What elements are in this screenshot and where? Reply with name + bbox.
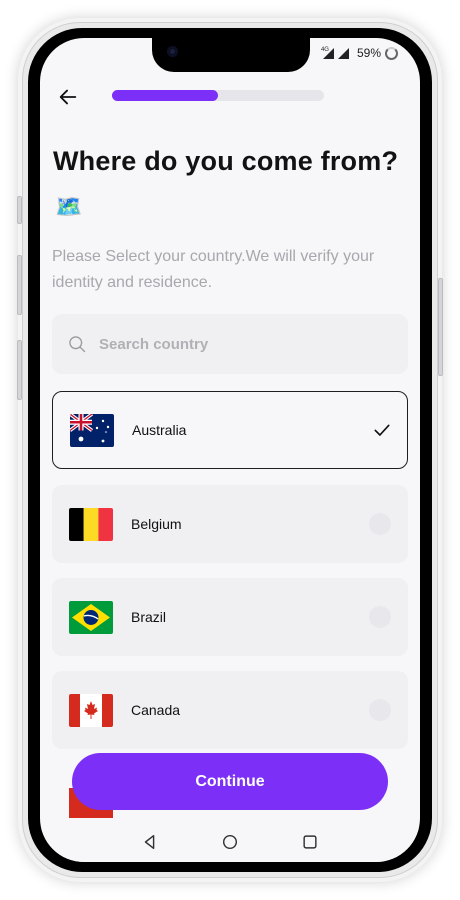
progress-fill [112, 90, 218, 101]
canada-flag-icon [69, 693, 113, 727]
search-input[interactable] [99, 335, 379, 353]
signal-icon [337, 47, 349, 59]
country-item-brazil[interactable]: Brazil [52, 578, 408, 656]
radio-indicator [369, 699, 391, 721]
radio-indicator [369, 606, 391, 628]
check-icon [374, 424, 390, 436]
nav-home-icon[interactable] [221, 833, 239, 851]
page-subtitle: Please Select your country.We will verif… [52, 248, 375, 291]
status-bar: 4G 59% [321, 44, 398, 62]
search-box[interactable] [52, 314, 408, 374]
radio-indicator [369, 513, 391, 535]
country-name: Brazil [131, 609, 167, 625]
country-item-canada[interactable]: Canada [52, 671, 408, 749]
back-arrow-icon[interactable] [57, 86, 79, 108]
brazil-flag-icon [69, 600, 113, 634]
side-button-volume-down [17, 340, 22, 400]
battery-text: 59% [356, 46, 381, 60]
search-icon [69, 336, 86, 353]
side-button-mute [17, 196, 22, 224]
side-button-power [438, 278, 443, 376]
android-nav-bar [40, 828, 420, 862]
nav-back-icon[interactable] [141, 833, 159, 851]
nav-recent-apps-icon[interactable] [301, 833, 319, 851]
screen: 4G 59% Where do you come from? 🗺️ Please… [40, 38, 420, 862]
belgium-flag-icon [69, 507, 113, 541]
front-camera [167, 46, 178, 57]
country-name: Canada [131, 702, 181, 718]
australia-flag-icon [70, 413, 114, 447]
country-item-belgium[interactable]: Belgium [52, 485, 408, 563]
map-emoji-icon: 🗺️ [55, 194, 83, 219]
side-button-volume-up [17, 255, 22, 315]
battery-icon [385, 46, 398, 60]
continue-button[interactable]: Continue [72, 753, 388, 810]
country-name: Australia [132, 422, 187, 438]
progress-bar [112, 90, 324, 101]
country-name: Belgium [131, 516, 182, 532]
signal-4g-icon: 4G [321, 47, 334, 59]
country-item-australia[interactable]: Australia [52, 391, 408, 469]
page-title: Where do you come from? [53, 146, 399, 176]
